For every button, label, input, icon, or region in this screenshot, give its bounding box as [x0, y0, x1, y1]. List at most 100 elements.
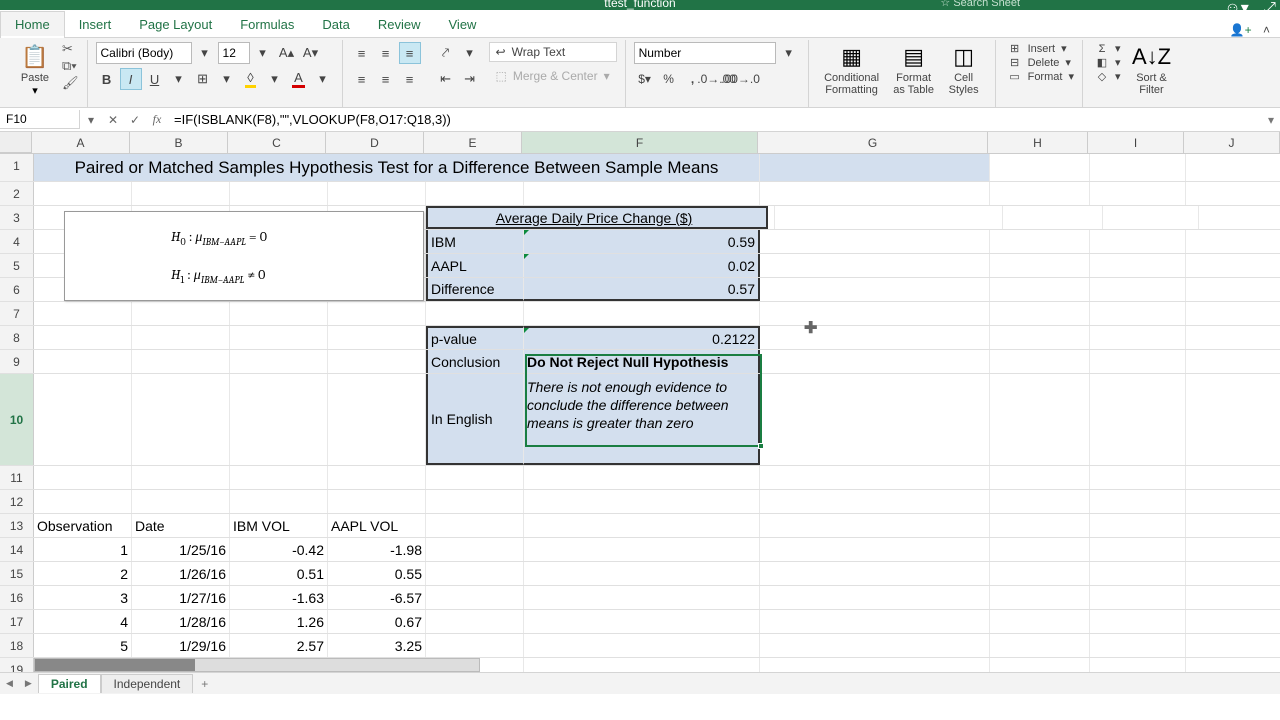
tab-page-layout[interactable]: Page Layout — [125, 12, 226, 37]
row-8[interactable]: 8 — [0, 326, 34, 349]
name-box-dropdown[interactable]: ▾ — [80, 113, 102, 127]
tab-home[interactable]: Home — [0, 11, 65, 37]
col-I[interactable]: I — [1088, 132, 1184, 153]
fill-color-dropdown[interactable]: ▾ — [264, 68, 286, 90]
number-format-select[interactable] — [634, 42, 776, 64]
cut-icon[interactable]: ✂ — [62, 42, 79, 55]
row-18[interactable]: 18 — [0, 634, 34, 657]
paste-button[interactable]: 📋 Paste ▾ — [12, 42, 58, 104]
align-center[interactable]: ≡ — [375, 68, 397, 90]
clear-button[interactable]: ◇▾ — [1095, 70, 1121, 83]
sort-filter-button[interactable]: A↓Z Sort & Filter — [1127, 42, 1177, 104]
smiley-icon[interactable]: ☺▾ — [1224, 0, 1248, 17]
bold-button[interactable]: B — [96, 68, 118, 90]
col-C[interactable]: C — [228, 132, 326, 153]
merge-center-button[interactable]: ⬚Merge & Center ▾ — [489, 66, 617, 86]
box1-label-diff[interactable]: Difference — [426, 278, 524, 301]
tab-formulas[interactable]: Formulas — [226, 12, 308, 37]
percent-button[interactable]: % — [658, 68, 680, 90]
delete-cells-button[interactable]: ⊟Delete ▾ — [1008, 56, 1074, 69]
align-right[interactable]: ≡ — [399, 68, 421, 90]
autosum-button[interactable]: Σ▾ — [1095, 42, 1121, 55]
format-cells-button[interactable]: ▭Format ▾ — [1008, 70, 1074, 83]
box1-val-aapl[interactable]: 0.02 — [524, 254, 760, 277]
col-D[interactable]: D — [326, 132, 424, 153]
fill-button[interactable]: ◧▾ — [1095, 56, 1121, 69]
underline-dropdown[interactable]: ▾ — [168, 68, 190, 90]
row-2[interactable]: 2 — [0, 182, 34, 205]
currency-button[interactable]: $▾ — [634, 68, 656, 90]
spreadsheet-grid[interactable]: A B C D E F G H I J 1 Paired or Matched … — [0, 132, 1280, 694]
col-J[interactable]: J — [1184, 132, 1280, 153]
title-cell[interactable]: Paired or Matched Samples Hypothesis Tes… — [34, 154, 760, 182]
fill-color-button[interactable]: ◊ — [240, 68, 262, 90]
fx-icon[interactable]: fx — [146, 112, 168, 127]
decrease-font-icon[interactable]: A▾ — [300, 42, 322, 64]
font-color-button[interactable]: A — [288, 68, 310, 90]
conclusion-value[interactable]: Do Not Reject Null Hypothesis — [524, 350, 760, 373]
orientation-button[interactable]: ⤤ — [435, 42, 457, 64]
box1-val-ibm[interactable]: 0.59 — [524, 230, 760, 253]
row-9[interactable]: 9 — [0, 350, 34, 373]
row-13[interactable]: 13 — [0, 514, 34, 537]
border-dropdown[interactable]: ▾ — [216, 68, 238, 90]
row-1[interactable]: 1 — [0, 154, 34, 181]
row-5[interactable]: 5 — [0, 254, 34, 277]
accept-formula-icon[interactable]: ✓ — [124, 113, 146, 127]
hdr-ibmvol[interactable]: IBM VOL — [230, 514, 328, 537]
underline-button[interactable]: U — [144, 68, 166, 90]
hdr-aaplvol[interactable]: AAPL VOL — [328, 514, 426, 537]
box1-header[interactable]: Average Daily Price Change ($) — [426, 206, 760, 229]
align-middle[interactable]: ≡ — [375, 42, 397, 64]
decrease-indent[interactable]: ⇤ — [435, 68, 457, 90]
increase-font-icon[interactable]: A▴ — [276, 42, 298, 64]
col-H[interactable]: H — [988, 132, 1088, 153]
box1-label-ibm[interactable]: IBM — [426, 230, 524, 253]
hdr-date[interactable]: Date — [132, 514, 230, 537]
sheet-nav-next[interactable]: ▶ — [19, 678, 38, 689]
col-B[interactable]: B — [130, 132, 228, 153]
sheet-tab-independent[interactable]: Independent — [101, 674, 194, 693]
select-all-corner[interactable] — [0, 132, 32, 153]
row-7[interactable]: 7 — [0, 302, 34, 325]
tab-data[interactable]: Data — [308, 12, 363, 37]
font-name-select[interactable] — [96, 42, 192, 64]
col-A[interactable]: A — [32, 132, 130, 153]
name-box[interactable] — [0, 110, 80, 129]
font-color-dropdown[interactable]: ▾ — [312, 68, 334, 90]
maximize-icon[interactable]: ⤢ — [1263, 0, 1276, 17]
font-name-dropdown[interactable]: ▾ — [194, 42, 216, 64]
align-left[interactable]: ≡ — [351, 68, 373, 90]
col-E[interactable]: E — [424, 132, 522, 153]
ribbon-collapse-icon[interactable]: ˄ — [1263, 23, 1270, 37]
row-3[interactable]: 3 — [0, 206, 34, 229]
pvalue-value[interactable]: 0.2122 — [524, 326, 760, 349]
row-16[interactable]: 16 — [0, 586, 34, 609]
wrap-text-button[interactable]: ↩Wrap Text — [489, 42, 617, 62]
pvalue-label[interactable]: p-value — [426, 326, 524, 349]
font-size-select[interactable] — [218, 42, 250, 64]
insert-cells-button[interactable]: ⊞Insert ▾ — [1008, 42, 1074, 55]
format-as-table-button[interactable]: ▤ Format as Table — [887, 42, 941, 104]
row-4[interactable]: 4 — [0, 230, 34, 253]
tab-review[interactable]: Review — [364, 12, 435, 37]
orientation-dropdown[interactable]: ▾ — [459, 42, 481, 64]
add-sheet-button[interactable]: + — [193, 675, 216, 693]
row-12[interactable]: 12 — [0, 490, 34, 513]
conditional-formatting-button[interactable]: ▦ Conditional Formatting — [817, 42, 887, 104]
share-icon[interactable]: 👤+ — [1230, 23, 1252, 37]
increase-indent[interactable]: ⇥ — [459, 68, 481, 90]
italic-button[interactable]: I — [120, 68, 142, 90]
tab-view[interactable]: View — [435, 12, 491, 37]
row-11[interactable]: 11 — [0, 466, 34, 489]
col-G[interactable]: G — [758, 132, 988, 153]
hdr-observation[interactable]: Observation — [34, 514, 132, 537]
row-10[interactable]: 10 — [0, 374, 34, 465]
align-top[interactable]: ≡ — [351, 42, 373, 64]
row-6[interactable]: 6 — [0, 278, 34, 301]
expand-formula-bar-icon[interactable]: ▾ — [1262, 113, 1280, 127]
decrease-decimal[interactable]: .00→.0 — [730, 68, 752, 90]
box1-label-aapl[interactable]: AAPL — [426, 254, 524, 277]
row-15[interactable]: 15 — [0, 562, 34, 585]
tab-insert[interactable]: Insert — [65, 12, 126, 37]
